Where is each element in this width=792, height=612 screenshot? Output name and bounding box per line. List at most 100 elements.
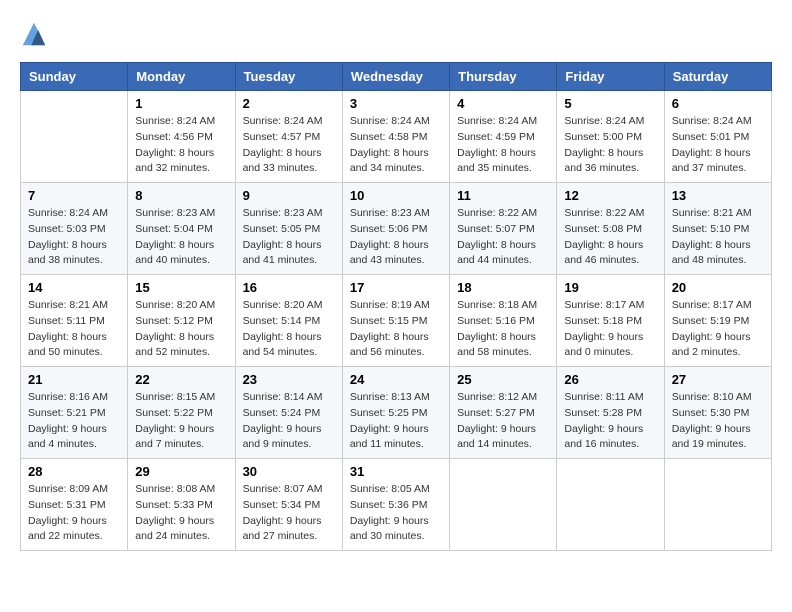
- calendar-cell: 15 Sunrise: 8:20 AMSunset: 5:12 PMDayligh…: [128, 275, 235, 367]
- day-info: Sunrise: 8:08 AMSunset: 5:33 PMDaylight:…: [135, 482, 227, 545]
- calendar-cell: 8 Sunrise: 8:23 AMSunset: 5:04 PMDaylight…: [128, 183, 235, 275]
- calendar-cell: 25Sunrise: 8:12 AMSunset: 5:27 PMDayligh…: [450, 367, 557, 459]
- day-number: 22: [135, 372, 227, 387]
- col-header-sunday: Sunday: [21, 63, 128, 91]
- calendar-cell: [21, 91, 128, 183]
- day-number: 23: [243, 372, 335, 387]
- day-number: 8: [135, 188, 227, 203]
- calendar-cell: 19 Sunrise: 8:17 AMSunset: 5:18 PMDayligh…: [557, 275, 664, 367]
- day-info: Sunrise: 8:22 AMSunset: 5:08 PMDaylight:…: [564, 206, 656, 269]
- day-info: Sunrise: 8:24 AMSunset: 4:59 PMDaylight:…: [457, 114, 549, 177]
- day-number: 6: [672, 96, 764, 111]
- calendar-cell: 13 Sunrise: 8:21 AMSunset: 5:10 PMDayligh…: [664, 183, 771, 275]
- calendar-cell: 27 Sunrise: 8:10 AMSunset: 5:30 PMDayligh…: [664, 367, 771, 459]
- day-info: Sunrise: 8:20 AMSunset: 5:14 PMDaylight:…: [243, 298, 335, 361]
- day-info: Sunrise: 8:24 AMSunset: 4:58 PMDaylight:…: [350, 114, 442, 177]
- day-number: 12: [564, 188, 656, 203]
- day-info: Sunrise: 8:16 AMSunset: 5:21 PMDaylight:…: [28, 390, 120, 453]
- header: [20, 20, 772, 48]
- day-info: Sunrise: 8:17 AMSunset: 5:18 PMDaylight:…: [564, 298, 656, 361]
- day-info: Sunrise: 8:23 AMSunset: 5:06 PMDaylight:…: [350, 206, 442, 269]
- day-info: Sunrise: 8:24 AMSunset: 4:57 PMDaylight:…: [243, 114, 335, 177]
- day-info: Sunrise: 8:09 AMSunset: 5:31 PMDaylight:…: [28, 482, 120, 545]
- col-header-monday: Monday: [128, 63, 235, 91]
- calendar-cell: 10 Sunrise: 8:23 AMSunset: 5:06 PMDayligh…: [342, 183, 449, 275]
- calendar-cell: 12 Sunrise: 8:22 AMSunset: 5:08 PMDayligh…: [557, 183, 664, 275]
- logo-icon: [20, 20, 48, 48]
- day-number: 21: [28, 372, 120, 387]
- logo: [20, 20, 52, 48]
- day-info: Sunrise: 8:23 AMSunset: 5:04 PMDaylight:…: [135, 206, 227, 269]
- day-number: 18: [457, 280, 549, 295]
- calendar-cell: [557, 459, 664, 551]
- day-info: Sunrise: 8:10 AMSunset: 5:30 PMDaylight:…: [672, 390, 764, 453]
- day-number: 3: [350, 96, 442, 111]
- day-info: Sunrise: 8:24 AMSunset: 5:03 PMDaylight:…: [28, 206, 120, 269]
- calendar-cell: 21 Sunrise: 8:16 AMSunset: 5:21 PMDayligh…: [21, 367, 128, 459]
- day-info: Sunrise: 8:21 AMSunset: 5:10 PMDaylight:…: [672, 206, 764, 269]
- header-row: SundayMondayTuesdayWednesdayThursdayFrid…: [21, 63, 772, 91]
- calendar-cell: 28Sunrise: 8:09 AMSunset: 5:31 PMDayligh…: [21, 459, 128, 551]
- day-number: 27: [672, 372, 764, 387]
- day-number: 7: [28, 188, 120, 203]
- week-row: 28Sunrise: 8:09 AMSunset: 5:31 PMDayligh…: [21, 459, 772, 551]
- day-info: Sunrise: 8:24 AMSunset: 4:56 PMDaylight:…: [135, 114, 227, 177]
- calendar-cell: 11 Sunrise: 8:22 AMSunset: 5:07 PMDayligh…: [450, 183, 557, 275]
- day-info: Sunrise: 8:11 AMSunset: 5:28 PMDaylight:…: [564, 390, 656, 453]
- day-number: 13: [672, 188, 764, 203]
- calendar-cell: 20 Sunrise: 8:17 AMSunset: 5:19 PMDayligh…: [664, 275, 771, 367]
- week-row: 7 Sunrise: 8:24 AMSunset: 5:03 PMDaylight…: [21, 183, 772, 275]
- day-number: 20: [672, 280, 764, 295]
- day-info: Sunrise: 8:13 AMSunset: 5:25 PMDaylight:…: [350, 390, 442, 453]
- day-number: 4: [457, 96, 549, 111]
- day-info: Sunrise: 8:20 AMSunset: 5:12 PMDaylight:…: [135, 298, 227, 361]
- day-info: Sunrise: 8:12 AMSunset: 5:27 PMDaylight:…: [457, 390, 549, 453]
- calendar-cell: [450, 459, 557, 551]
- col-header-tuesday: Tuesday: [235, 63, 342, 91]
- day-number: 5: [564, 96, 656, 111]
- calendar-cell: 7 Sunrise: 8:24 AMSunset: 5:03 PMDaylight…: [21, 183, 128, 275]
- day-info: Sunrise: 8:19 AMSunset: 5:15 PMDaylight:…: [350, 298, 442, 361]
- calendar-cell: 9 Sunrise: 8:23 AMSunset: 5:05 PMDaylight…: [235, 183, 342, 275]
- week-row: 1 Sunrise: 8:24 AMSunset: 4:56 PMDaylight…: [21, 91, 772, 183]
- day-info: Sunrise: 8:18 AMSunset: 5:16 PMDaylight:…: [457, 298, 549, 361]
- col-header-saturday: Saturday: [664, 63, 771, 91]
- day-info: Sunrise: 8:17 AMSunset: 5:19 PMDaylight:…: [672, 298, 764, 361]
- calendar-cell: 23 Sunrise: 8:14 AMSunset: 5:24 PMDayligh…: [235, 367, 342, 459]
- day-number: 31: [350, 464, 442, 479]
- calendar-cell: 26 Sunrise: 8:11 AMSunset: 5:28 PMDayligh…: [557, 367, 664, 459]
- calendar-cell: 14Sunrise: 8:21 AMSunset: 5:11 PMDayligh…: [21, 275, 128, 367]
- calendar-cell: 2 Sunrise: 8:24 AMSunset: 4:57 PMDaylight…: [235, 91, 342, 183]
- calendar-cell: 30Sunrise: 8:07 AMSunset: 5:34 PMDayligh…: [235, 459, 342, 551]
- day-number: 24: [350, 372, 442, 387]
- calendar-cell: 24 Sunrise: 8:13 AMSunset: 5:25 PMDayligh…: [342, 367, 449, 459]
- day-number: 1: [135, 96, 227, 111]
- calendar-cell: 6 Sunrise: 8:24 AMSunset: 5:01 PMDaylight…: [664, 91, 771, 183]
- calendar-cell: 4 Sunrise: 8:24 AMSunset: 4:59 PMDaylight…: [450, 91, 557, 183]
- calendar-cell: 5Sunrise: 8:24 AMSunset: 5:00 PMDaylight…: [557, 91, 664, 183]
- calendar-cell: 17Sunrise: 8:19 AMSunset: 5:15 PMDayligh…: [342, 275, 449, 367]
- day-number: 15: [135, 280, 227, 295]
- calendar-table: SundayMondayTuesdayWednesdayThursdayFrid…: [20, 62, 772, 551]
- calendar-cell: 3 Sunrise: 8:24 AMSunset: 4:58 PMDaylight…: [342, 91, 449, 183]
- day-number: 2: [243, 96, 335, 111]
- day-number: 11: [457, 188, 549, 203]
- calendar-cell: 18 Sunrise: 8:18 AMSunset: 5:16 PMDayligh…: [450, 275, 557, 367]
- day-number: 16: [243, 280, 335, 295]
- col-header-friday: Friday: [557, 63, 664, 91]
- day-info: Sunrise: 8:05 AMSunset: 5:36 PMDaylight:…: [350, 482, 442, 545]
- day-number: 19: [564, 280, 656, 295]
- day-number: 26: [564, 372, 656, 387]
- day-number: 14: [28, 280, 120, 295]
- week-row: 21 Sunrise: 8:16 AMSunset: 5:21 PMDayligh…: [21, 367, 772, 459]
- day-number: 10: [350, 188, 442, 203]
- calendar-cell: 22 Sunrise: 8:15 AMSunset: 5:22 PMDayligh…: [128, 367, 235, 459]
- week-row: 14Sunrise: 8:21 AMSunset: 5:11 PMDayligh…: [21, 275, 772, 367]
- day-info: Sunrise: 8:24 AMSunset: 5:01 PMDaylight:…: [672, 114, 764, 177]
- col-header-wednesday: Wednesday: [342, 63, 449, 91]
- day-info: Sunrise: 8:14 AMSunset: 5:24 PMDaylight:…: [243, 390, 335, 453]
- day-info: Sunrise: 8:15 AMSunset: 5:22 PMDaylight:…: [135, 390, 227, 453]
- day-info: Sunrise: 8:23 AMSunset: 5:05 PMDaylight:…: [243, 206, 335, 269]
- day-number: 9: [243, 188, 335, 203]
- day-info: Sunrise: 8:22 AMSunset: 5:07 PMDaylight:…: [457, 206, 549, 269]
